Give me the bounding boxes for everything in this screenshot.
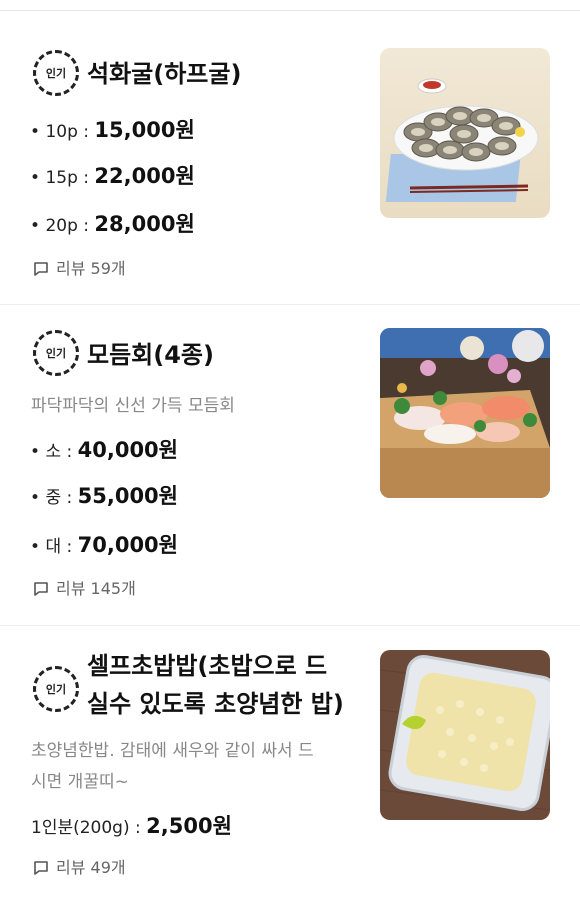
comment-icon xyxy=(34,582,48,596)
menu-item-description: 파닥파닥의 신선 가득 모듬회 xyxy=(31,396,235,416)
review-count-label: 리뷰 49개 xyxy=(56,858,126,877)
option-label: 10p : xyxy=(45,122,89,142)
option-label: 15p : xyxy=(45,168,89,188)
option-price: 28,000원 xyxy=(94,212,195,236)
menu-item-sashimi[interactable]: 인기 모듬회(4종) 파닥파닥의 신선 가득 모듬회 • 소 : 40,000원… xyxy=(0,305,580,625)
popular-badge: 인기 xyxy=(33,50,79,96)
review-count[interactable]: 리뷰 145개 xyxy=(33,577,136,601)
option-price: 2,500원 xyxy=(146,814,232,838)
menu-item-description-line2: 시면 개꿀띠~ xyxy=(31,772,129,792)
menu-item-title: 석화굴(하프굴) xyxy=(87,60,242,88)
option-price: 22,000원 xyxy=(94,164,195,188)
option-label: 1인분(200g) : xyxy=(31,818,141,838)
menu-item-self-sushi-rice[interactable]: 인기 셀프초밥밥(초밥으로 드 실수 있도록 초양념한 밥) 초양념한밥. 감태… xyxy=(0,626,580,904)
price-option: • 10p : 15,000원 xyxy=(30,118,195,142)
option-price: 70,000원 xyxy=(77,533,178,557)
rice-container-image xyxy=(380,650,550,820)
comment-icon xyxy=(34,262,48,276)
menu-item-title: 모듬회(4종) xyxy=(87,341,214,369)
price-option: 1인분(200g) : 2,500원 xyxy=(31,812,232,842)
price-option: • 소 : 40,000원 xyxy=(30,438,178,462)
seasoned-rice-container-photo[interactable] xyxy=(380,650,550,820)
menu-item-oyster[interactable]: 인기 석화굴(하프굴) • 10p : 15,000원 • 15p : 22,0… xyxy=(0,0,580,304)
menu-item-title-line1: 셀프초밥밥(초밥으로 드 xyxy=(87,652,328,680)
option-label: 중 : xyxy=(45,488,73,508)
review-count[interactable]: 리뷰 59개 xyxy=(33,257,126,281)
review-count[interactable]: 리뷰 49개 xyxy=(33,856,126,880)
popular-badge: 인기 xyxy=(33,330,79,376)
oyster-image xyxy=(380,48,550,218)
review-count-label: 리뷰 145개 xyxy=(56,579,136,598)
sashimi-platter-photo[interactable] xyxy=(380,328,550,498)
sashimi-image xyxy=(380,328,550,498)
option-price: 40,000원 xyxy=(77,438,178,462)
price-option: • 중 : 55,000원 xyxy=(30,484,178,508)
comment-icon xyxy=(34,861,48,875)
menu-item-description-line1: 초양념한밥. 감태에 새우와 같이 싸서 드 xyxy=(31,741,314,761)
price-option: • 15p : 22,000원 xyxy=(30,164,195,188)
menu-item-title-line2: 실수 있도록 초양념한 밥) xyxy=(87,690,344,718)
option-price: 55,000원 xyxy=(77,484,178,508)
price-option: • 대 : 70,000원 xyxy=(30,533,178,557)
popular-badge: 인기 xyxy=(33,666,79,712)
option-label: 소 : xyxy=(45,442,73,462)
oyster-platter-photo[interactable] xyxy=(380,48,550,218)
option-price: 15,000원 xyxy=(94,118,195,142)
price-option: • 20p : 28,000원 xyxy=(30,212,195,236)
option-label: 20p : xyxy=(45,216,89,236)
option-label: 대 : xyxy=(45,537,73,557)
review-count-label: 리뷰 59개 xyxy=(56,259,126,278)
